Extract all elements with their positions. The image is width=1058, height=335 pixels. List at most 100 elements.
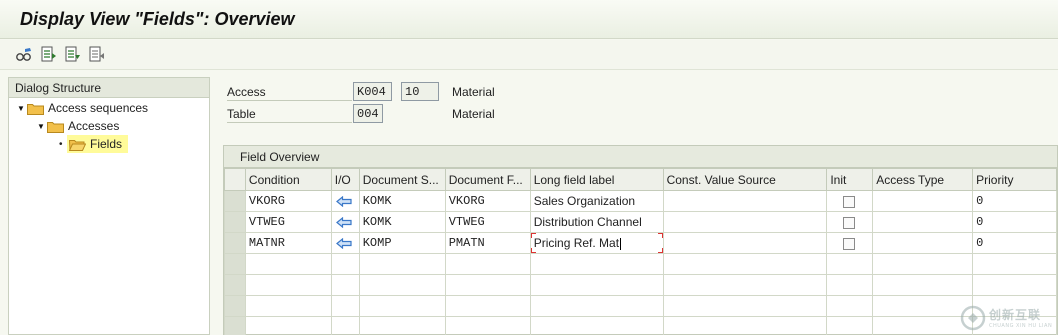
io-cell [330,232,360,254]
tree-item-fields[interactable]: • Fields [59,135,129,153]
const-value-source-cell [662,211,828,233]
init-checkbox[interactable] [843,237,856,250]
init-cell [826,190,874,212]
io-cell [330,211,360,233]
empty-row [224,295,1057,317]
tree-item-accesses[interactable]: ▼ Accesses [37,117,119,135]
const-value-source-cell [662,190,828,212]
left-arrow-icon [335,217,352,228]
watermark: 创新互联 CHUANG XIN HU LIAN [960,300,1058,335]
watermark-subtext: CHUANG XIN HU LIAN [989,323,1053,329]
field-overview-panel: Field Overview Condition I/O Document S.… [223,145,1058,335]
table-field[interactable]: 004 [353,104,383,123]
tree-item-access-sequences[interactable]: ▼ Access sequences [17,99,148,117]
watermark-text: 创新互联 [989,308,1042,322]
access-type-cell [872,190,974,212]
row-selector[interactable] [224,190,246,212]
long-field-label-cell: Sales Organization [529,190,664,212]
condition-cell: MATNR [244,232,332,254]
row-selector[interactable] [224,274,246,296]
table-row: MATNR KOMP PMATN Pricing Ref. Mat 0 [224,232,1057,254]
page-title: Display View "Fields": Overview [20,9,295,29]
focus-corner [657,233,663,238]
empty-row [224,274,1057,296]
init-checkbox[interactable] [843,195,856,208]
row-selector[interactable] [224,211,246,233]
column-header[interactable]: Condition [244,168,332,191]
title-bar: Display View "Fields": Overview [0,0,1058,39]
access-field[interactable]: K004 [353,82,392,101]
dialog-structure-header: Dialog Structure [9,78,209,98]
dialog-structure-panel: Dialog Structure ▼ Access sequences ▼ Ac… [8,77,210,335]
document-structure-cell: KOMK [358,211,446,233]
long-field-label-text: Pricing Ref. Mat [533,236,620,250]
row-selector[interactable] [224,232,246,254]
empty-row [224,253,1057,275]
focus-corner [531,233,536,238]
access-label: Access [227,83,352,101]
table-description: Material [452,107,495,121]
io-cell [330,190,360,212]
column-header[interactable]: Access Type [872,168,974,191]
column-header[interactable]: Document S... [358,168,446,191]
tree-item-label: Access sequences [48,101,149,115]
tree-item-label: Accesses [68,119,120,133]
condition-cell: VTWEG [244,211,332,233]
priority-cell: 0 [972,232,1057,254]
bullet-icon: • [59,138,63,150]
init-cell [826,232,874,254]
text-caret [620,237,622,250]
document-structure-cell: KOMP [358,232,446,254]
init-checkbox[interactable] [843,216,856,229]
table-label: Table [227,105,352,123]
priority-cell: 0 [972,211,1057,233]
document-structure-cell: KOMK [358,190,446,212]
condition-cell: VKORG [244,190,332,212]
long-field-label-cell: Distribution Channel [529,211,664,233]
column-header[interactable]: Const. Value Source [662,168,828,191]
focus-corner [657,248,663,253]
previous-entry-icon[interactable] [40,46,57,63]
left-arrow-icon [335,238,352,249]
access-description: Material [452,85,495,99]
column-header[interactable]: Priority [972,168,1057,191]
glasses-icon[interactable] [15,46,32,63]
row-selector[interactable] [224,253,246,275]
folder-icon [27,102,44,115]
column-header[interactable]: I/O [330,168,360,191]
priority-cell: 0 [972,190,1057,212]
table-header-row: Condition I/O Document S... Document F..… [224,168,1057,191]
selected-highlight: Fields [67,135,129,153]
row-selector[interactable] [224,295,246,317]
access-number-field[interactable]: 10 [401,82,439,101]
watermark-logo-icon [960,305,986,330]
tree-item-label: Fields [90,137,123,151]
init-cell [826,211,874,233]
expand-arrow-icon[interactable]: ▼ [17,104,27,113]
access-type-cell [872,232,974,254]
left-arrow-icon [335,196,352,207]
const-value-source-cell [662,232,828,254]
document-field-cell: VKORG [444,190,531,212]
column-header[interactable]: Init [826,168,874,191]
application-toolbar [0,40,1058,70]
other-entry-icon[interactable] [88,46,105,63]
field-overview-title: Field Overview [224,146,1057,168]
long-field-label-input[interactable]: Pricing Ref. Mat [529,232,664,254]
empty-row [224,316,1057,335]
focus-corner [531,248,536,253]
open-folder-icon [69,138,86,151]
document-field-cell: VTWEG [444,211,531,233]
access-type-cell [872,211,974,233]
expand-arrow-icon[interactable]: ▼ [37,122,47,131]
row-selector[interactable] [224,316,246,335]
document-field-cell: PMATN [444,232,531,254]
folder-icon [47,120,64,133]
column-header[interactable]: Document F... [444,168,531,191]
table-row: VKORG KOMK VKORG Sales Organization 0 [224,190,1057,212]
field-overview-table: Condition I/O Document S... Document F..… [224,168,1057,335]
table-row: VTWEG KOMK VTWEG Distribution Channel 0 [224,211,1057,233]
column-header[interactable]: Long field label [529,168,664,191]
next-entry-icon[interactable] [64,46,81,63]
select-all-cell[interactable] [224,168,246,191]
